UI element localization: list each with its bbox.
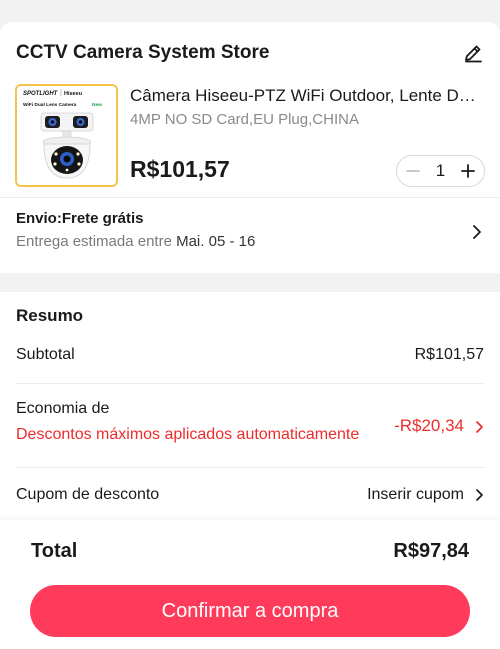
decrease-quantity-button[interactable] — [403, 161, 423, 181]
quantity-value[interactable]: 1 — [436, 161, 445, 181]
delivery-estimate-dates: Mai. 05 - 16 — [176, 233, 256, 250]
divider — [16, 467, 484, 468]
total-row: Total R$97,84 — [31, 540, 469, 563]
subtotal-row: Subtotal R$101,57 — [16, 346, 484, 364]
brand-hiseeu-text: Hiseeu — [64, 91, 82, 97]
increase-quantity-button[interactable] — [458, 161, 478, 181]
plus-icon — [461, 164, 475, 178]
summary-title: Resumo — [16, 306, 84, 325]
checkout-bar: Total R$97,84 Confirmar a compra — [0, 520, 500, 649]
subtotal-label: Subtotal — [16, 346, 75, 363]
product-price: R$101,57 — [130, 156, 230, 182]
order-summary-card: Resumo Subtotal R$101,57 Economia de Des… — [0, 292, 500, 649]
coupon-label: Cupom de desconto — [16, 486, 160, 503]
brand-spotlight-text: SPOTLIGHT — [23, 91, 59, 97]
product-image[interactable]: SPOTLIGHT Hiseeu WiFi Dual Lens Camera N… — [15, 84, 118, 187]
order-item-card: CCTV Camera System Store SPOTLIGHT Hisee… — [0, 22, 500, 273]
delivery-estimate: Entrega estimada entre Mai. 05 - 16 — [16, 233, 484, 250]
shipping-title: Envio:Frete grátis — [16, 210, 144, 227]
chevron-right-icon — [470, 224, 484, 240]
coupon-row[interactable]: Cupom de desconto Inserir cupom — [16, 486, 484, 504]
divider — [16, 383, 484, 384]
pencil-icon[interactable] — [462, 42, 484, 64]
savings-amount: -R$20,34 — [394, 416, 464, 435]
store-name: CCTV Camera System Store — [16, 42, 270, 63]
savings-description: Descontos máximos aplicados automaticame… — [16, 426, 360, 443]
quantity-stepper: 1 — [396, 155, 485, 187]
delivery-estimate-prefix: Entrega estimada entre — [16, 233, 177, 250]
store-header: CCTV Camera System Store — [16, 40, 484, 66]
coupon-action[interactable]: Inserir cupom — [367, 486, 484, 504]
confirm-purchase-button[interactable]: Confirmar a compra — [30, 585, 470, 637]
image-caption-text: WiFi Dual Lens Camera — [23, 102, 77, 108]
subtotal-value: R$101,57 — [414, 346, 484, 363]
image-new-badge: New — [92, 102, 102, 108]
product-variant[interactable]: 4MP NO SD Card,EU Plug,CHINA — [130, 111, 359, 128]
chevron-right-icon — [474, 488, 484, 502]
product-title[interactable]: Câmera Hiseeu-PTZ WiFi Outdoor, Lente Du… — [130, 86, 480, 106]
divider — [0, 197, 500, 198]
minus-icon — [406, 170, 420, 172]
chevron-right-icon — [474, 419, 484, 433]
savings-row[interactable]: Economia de Descontos máximos aplicados … — [16, 400, 484, 458]
savings-value[interactable]: -R$20,34 — [394, 416, 484, 436]
total-value: R$97,84 — [393, 540, 469, 562]
shipping-row[interactable]: Envio:Frete grátis Entrega estimada entr… — [16, 210, 484, 260]
coupon-value: Inserir cupom — [367, 486, 464, 503]
total-label: Total — [31, 540, 78, 562]
